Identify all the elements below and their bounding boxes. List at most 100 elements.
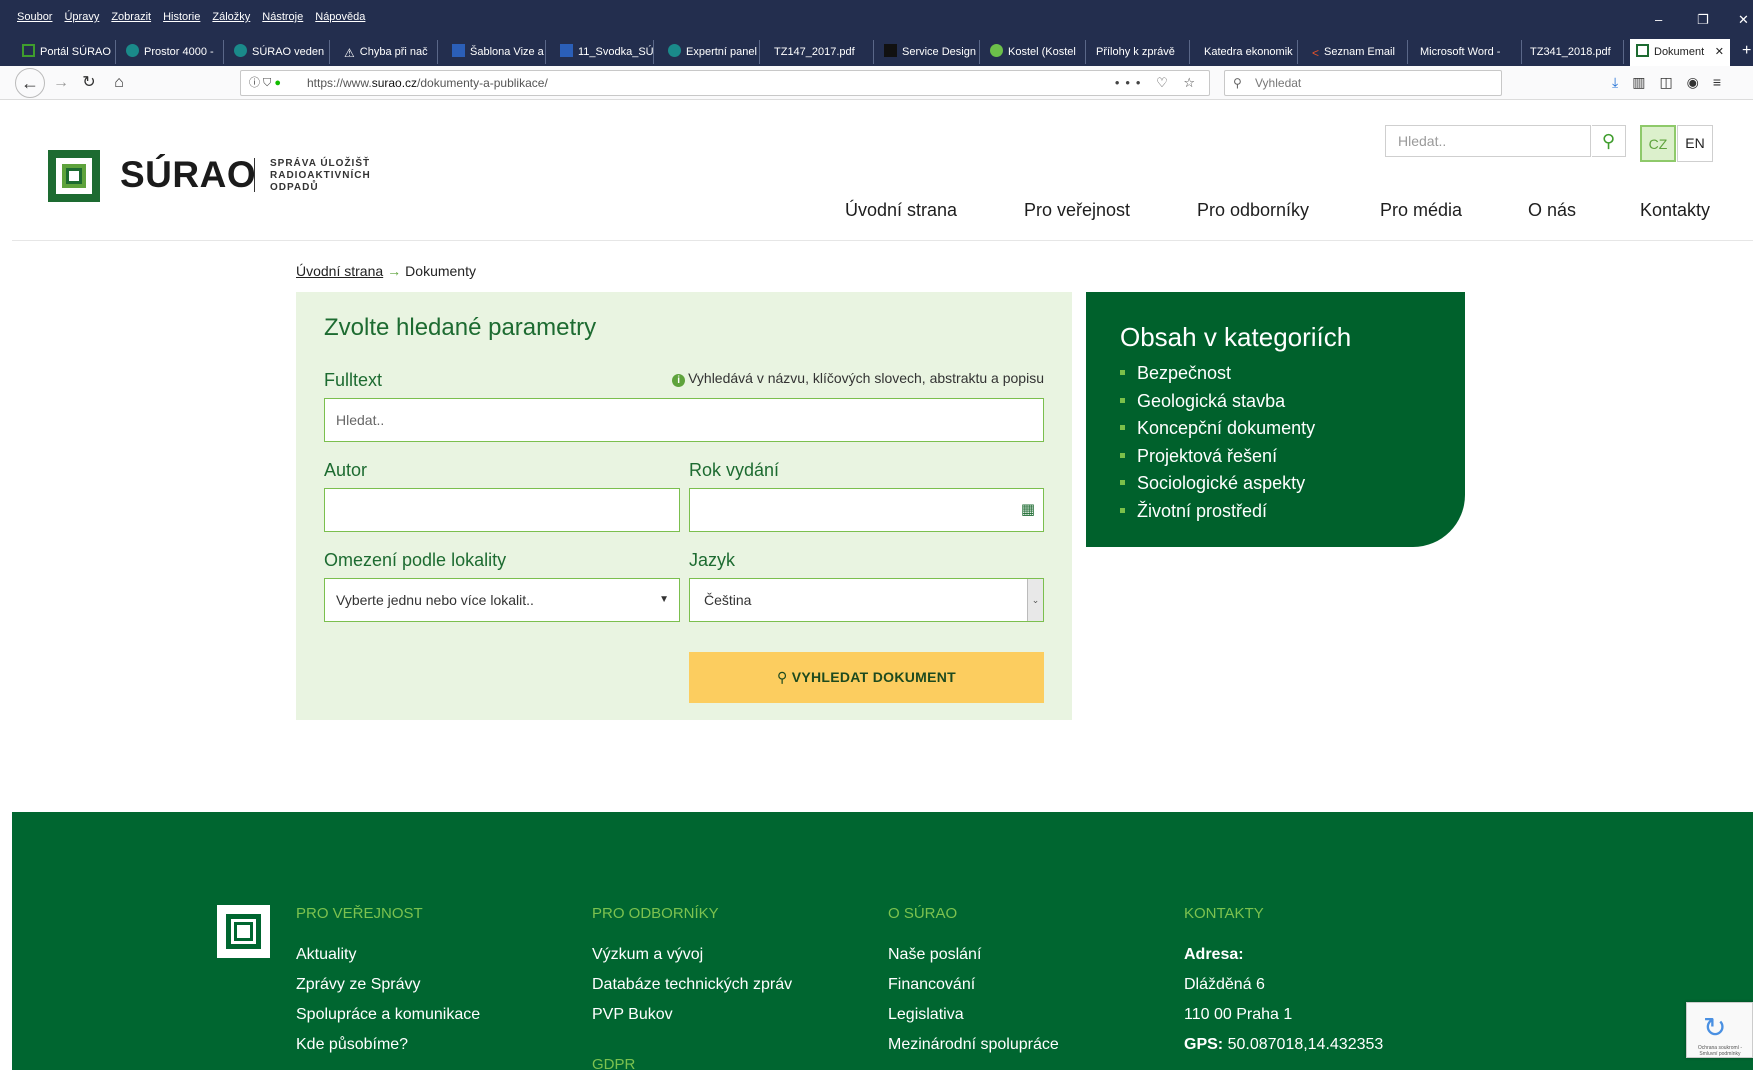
breadcrumb-arrow-icon: → [387,263,402,279]
nav-kontakty[interactable]: Kontakty [1640,200,1710,221]
close-tab-icon[interactable]: ✕ [1715,39,1724,66]
footer-link[interactable]: PVP Bukov [592,1000,792,1030]
url-bar[interactable]: ⓘ ⛉ ● https://www.surao.cz/dokumenty-a-p… [240,70,1210,96]
back-button[interactable]: ← [15,68,45,98]
breadcrumb-home-link[interactable]: Úvodní strana [296,263,383,279]
browser-tab[interactable]: Katedra ekonomik [1198,40,1298,64]
word-icon [452,44,465,57]
footer-heading[interactable]: KONTAKTY [1184,905,1383,922]
footer-heading[interactable]: PRO VEŘEJNOST [296,905,480,922]
lang-cz-button[interactable]: CZ [1640,125,1676,162]
footer-column-o-surao: O SÚRAO Naše poslání Financování Legisla… [888,905,1059,1060]
category-link[interactable]: Bezpečnost [1120,360,1315,388]
footer-heading[interactable]: PRO ODBORNÍKY [592,905,792,922]
lang-en-button[interactable]: EN [1677,125,1713,162]
footer-link[interactable]: Zprávy ze Správy [296,970,480,1000]
footer-logo-icon[interactable] [217,905,270,958]
category-link[interactable]: Projektová řešení [1120,443,1315,471]
fulltext-input[interactable]: Hledat.. [324,398,1044,442]
browser-tab[interactable]: Service Design [878,40,980,64]
nav-pro-verejnost[interactable]: Pro veřejnost [1024,200,1130,221]
chevron-down-icon[interactable]: ⌄ [1027,579,1043,621]
browser-tab[interactable]: ⚠ Chyba při nač [338,40,438,64]
calendar-icon[interactable]: ▦ [1021,489,1035,531]
category-link[interactable]: Geologická stavba [1120,388,1315,416]
footer-link[interactable]: Databáze technických zpráv [592,970,792,1000]
logo-text[interactable]: SÚRAO [120,154,256,196]
browser-tab[interactable]: Microsoft Word - [1414,40,1522,64]
browser-tab[interactable]: Portál SÚRAO [16,40,116,64]
search-icon: ⚲ [1601,131,1616,151]
nav-uvodni-strana[interactable]: Úvodní strana [845,200,957,221]
reload-button[interactable]: ↻ [78,72,100,94]
hamburger-menu-icon[interactable]: ≡ [1713,74,1721,91]
category-link[interactable]: Koncepční dokumenty [1120,415,1315,443]
footer-link[interactable]: Financování [888,970,1059,1000]
browser-tab[interactable]: Šablona Vize a [446,40,546,64]
browser-tab[interactable]: TZ341_2018.pdf [1524,40,1624,64]
site-search-input[interactable]: Hledat.. [1385,125,1591,157]
footer-link[interactable]: Legislativa [888,1000,1059,1030]
library-icon[interactable]: ▥ [1632,74,1645,91]
extension-icon[interactable]: ◉ [1687,74,1699,91]
close-window-button[interactable]: ✕ [1738,12,1749,28]
browser-search-input[interactable]: ⚲ Vyhledat [1224,70,1502,96]
menu-zalozky[interactable]: Záložky [212,11,250,23]
nav-o-nas[interactable]: O nás [1528,200,1576,221]
menu-soubor[interactable]: Soubor [17,11,52,23]
nav-pro-odborniky[interactable]: Pro odborníky [1197,200,1309,221]
nav-pro-media[interactable]: Pro média [1380,200,1462,221]
language-label: Jazyk [689,550,736,570]
minimize-button[interactable]: – [1655,12,1662,27]
gps-line: GPS: 50.087018,14.432353 [1184,1036,1384,1053]
menu-nastroje[interactable]: Nástroje [262,11,303,23]
search-icon: ⚲ [776,669,792,685]
footer-link[interactable]: Mezinárodní spolupráce [888,1030,1059,1060]
new-tab-icon[interactable]: + [1742,42,1751,60]
menu-upravy[interactable]: Úpravy [64,11,99,23]
category-link[interactable]: Sociologické aspekty [1120,470,1315,498]
download-icon[interactable]: ⤓ [1612,74,1618,91]
browser-tab[interactable]: TZ147_2017.pdf [768,40,874,64]
site-favicon-icon [1636,44,1649,57]
language-select[interactable]: Čeština ⌄ [689,578,1044,622]
menu-zobrazit[interactable]: Zobrazit [111,11,151,23]
browser-tab[interactable]: < Seznam Email [1306,40,1408,64]
word-icon [560,44,573,57]
author-input[interactable] [324,488,680,532]
page-actions-icon[interactable]: ••• ♡ ☆ [1115,71,1201,95]
search-document-button[interactable]: ⚲ VYHLEDAT DOKUMENT [689,652,1044,703]
forward-button[interactable]: → [50,72,72,94]
footer-heading[interactable]: O SÚRAO [888,905,1059,922]
menu-historie[interactable]: Historie [163,11,200,23]
footer-gdpr-heading[interactable]: GDPR [592,1056,635,1070]
locality-select[interactable]: Vyberte jednu nebo více lokalit.. ▼ [324,578,680,622]
surao-logo-icon[interactable] [48,150,100,202]
browser-tab[interactable]: Prostor 4000 - [120,40,224,64]
category-link[interactable]: Životní prostředí [1120,498,1315,526]
year-input[interactable]: ▦ [689,488,1044,532]
browser-tab[interactable]: Expertní panel [662,40,760,64]
footer-link[interactable]: Výzkum a vývoj [592,940,792,970]
caret-down-icon: ▼ [659,594,669,605]
browser-tab[interactable]: Přílohy k zprávě [1090,40,1190,64]
menu-napoveda[interactable]: Nápověda [315,11,365,23]
footer-link[interactable]: Spolupráce a komunikace [296,1000,480,1030]
sidebar-icon[interactable]: ◫ [1659,74,1672,91]
footer-link[interactable]: Aktuality [296,940,480,970]
lock-icon: ⓘ ⛉ ● [249,77,282,89]
footer-column-odbornici: PRO ODBORNÍKY Výzkum a vývoj Databáze te… [592,905,792,1030]
sharepoint-icon [668,44,681,57]
browser-tab[interactable]: 11_Svodka_SÚ [554,40,654,64]
browser-tab[interactable]: Kostel (Kostel [984,40,1086,64]
browser-tab[interactable]: SÚRAO veden [228,40,330,64]
home-button[interactable]: ⌂ [108,72,130,94]
restore-button[interactable]: ❐ [1697,12,1709,28]
footer-link[interactable]: Kde působíme? [296,1030,480,1060]
footer-link[interactable]: Naše poslání [888,940,1059,970]
bullet-icon [1120,452,1125,458]
recaptcha-badge[interactable]: ↻ Ochrana soukromí - Smluvní podmínky [1686,1002,1753,1058]
site-search-button[interactable]: ⚲ [1592,125,1626,157]
browser-menubar: Soubor Úpravy Zobrazit Historie Záložky … [0,0,1753,36]
browser-tab-active[interactable]: Dokument ✕ [1630,39,1730,66]
